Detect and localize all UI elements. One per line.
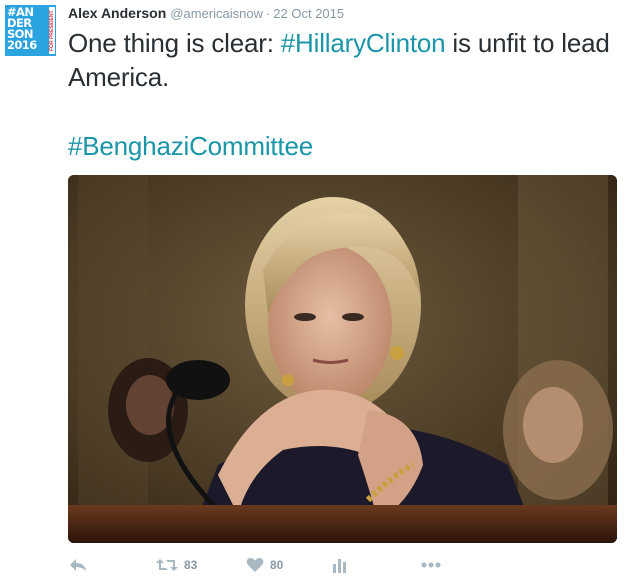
author-name[interactable]: Alex Anderson [68,5,166,21]
retweet-button[interactable]: 83 [156,553,197,577]
like-count: 80 [270,558,284,572]
like-button[interactable]: 80 [246,553,283,577]
tweet-text: One thing is clear: #HillaryClinton is u… [68,26,613,94]
hashtag-link[interactable]: #HillaryClinton [281,28,446,58]
tweet-date[interactable]: 22 Oct 2015 [273,6,344,21]
photo-of-woman-at-hearing-icon [68,175,617,543]
author-handle[interactable]: @americaisnow [170,6,263,21]
header-separator: · [265,6,271,21]
tweet-actions: 83 80 [68,553,617,577]
avatar-side-text: FOR PRESIDENT [49,7,55,54]
hashtag-link[interactable]: #BenghaziCommittee [68,129,313,163]
retweet-count: 83 [184,558,198,572]
tweet-text-part: One thing is clear: [68,28,281,58]
more-button[interactable] [420,553,442,577]
avatar-text: #AN DER SON 2016 [7,5,37,52]
tweet-header: Alex Anderson @americaisnow · 22 Oct 2015 [68,4,344,22]
bar-chart-icon [333,559,346,573]
stats-button[interactable] [332,553,348,577]
heart-icon [246,558,264,572]
reply-icon [70,559,86,571]
retweet-icon [156,559,178,571]
reply-button[interactable] [68,553,88,577]
avatar[interactable]: #AN DER SON 2016 FOR PRESIDENT [5,5,56,56]
more-dots-icon [421,562,441,568]
tweet-photo[interactable] [68,175,617,543]
